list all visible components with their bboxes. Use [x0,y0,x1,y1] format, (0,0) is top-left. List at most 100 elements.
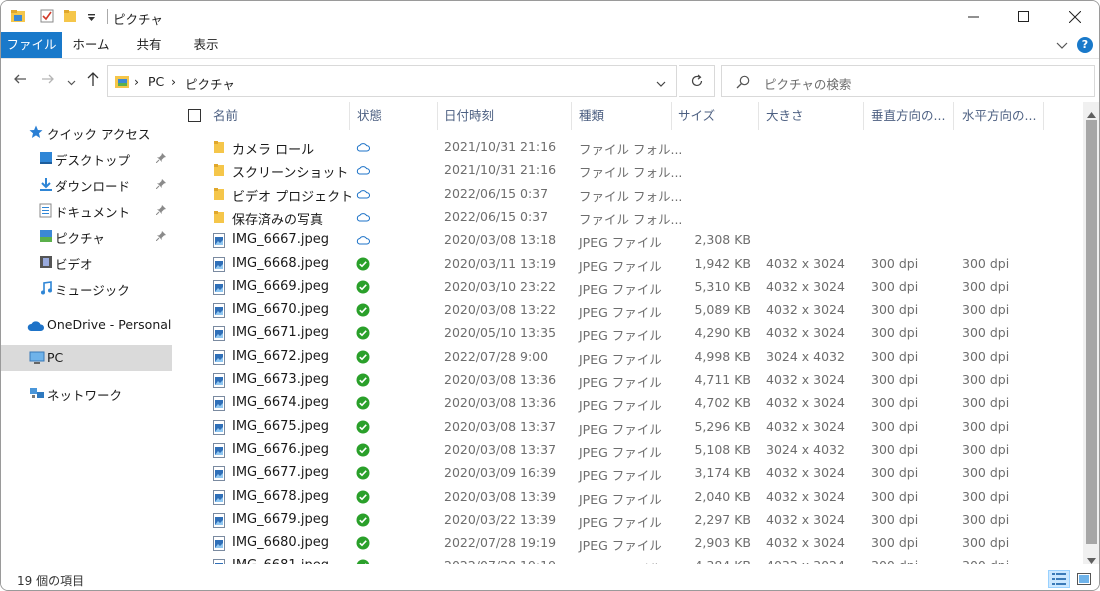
table-row[interactable]: ビデオ プロジェクト 2022/06/15 0:37 ファイル フォル... [173,183,1083,206]
file-dimensions: 4032 x 3024 [766,488,845,504]
column-dimensions[interactable]: 大きさ [766,102,861,130]
table-row[interactable]: カメラ ロール 2021/10/31 21:16 ファイル フォル... [173,136,1083,159]
file-size: 5,089 KB [694,302,751,318]
table-row[interactable]: IMG_6679.jpeg 2020/03/22 13:39 JPEG ファイル 2,… [173,509,1083,532]
sidebar-item-video[interactable]: ビデオ [1,249,172,275]
back-button[interactable] [13,72,27,90]
sidebar-item-document[interactable]: ドキュメント [1,197,172,223]
scroll-up-icon[interactable] [1087,106,1096,121]
search-box[interactable]: ピクチャの検索 [721,65,1095,97]
column-divider[interactable] [1043,102,1044,130]
breadcrumb-pictures[interactable]: ピクチャ [185,74,235,93]
vertical-scrollbar[interactable] [1083,102,1099,567]
synced-check-icon [356,420,370,437]
pin-icon[interactable] [155,151,166,166]
nav-onedrive[interactable]: OneDrive - Personal [1,312,172,338]
tab-view[interactable]: 表示 [178,32,234,58]
table-row[interactable]: IMG_6672.jpeg 2022/07/28 9:00 JPEG ファイル 4,9… [173,346,1083,369]
column-divider[interactable] [437,102,438,130]
table-row[interactable]: スクリーンショット 2021/10/31 21:16 ファイル フォル... [173,159,1083,182]
pin-icon[interactable] [155,229,166,244]
file-vertical-resolution: 300 dpi [871,278,919,294]
column-vertical-resolution[interactable]: 垂直方向の... [871,102,953,130]
table-row[interactable]: IMG_6671.jpeg 2020/05/10 13:35 JPEG ファイル 4,… [173,322,1083,345]
sidebar-item-desktop[interactable]: デスクトップ [1,145,172,171]
column-date[interactable]: 日付時刻 [444,102,569,130]
breadcrumb-separator-icon[interactable]: › [171,74,176,89]
select-all-checkbox[interactable] [188,109,201,122]
column-name[interactable]: 名前 [213,102,348,130]
table-row[interactable]: IMG_6669.jpeg 2020/03/10 23:22 JPEG ファイル 5,… [173,276,1083,299]
table-row[interactable]: IMG_6677.jpeg 2020/03/09 16:39 JPEG ファイル 3,… [173,462,1083,485]
column-divider[interactable] [863,102,864,130]
desktop-icon [39,151,53,168]
sidebar-item-music[interactable]: ミュージック [1,275,172,301]
refresh-button[interactable] [679,65,715,97]
file-name: IMG_6680.jpeg [232,535,329,551]
file-name: カメラ ロール [232,143,315,158]
nav-network[interactable]: ネットワーク [1,380,172,406]
column-divider[interactable] [758,102,759,130]
table-row[interactable]: IMG_6667.jpeg 2020/03/08 13:18 JPEG ファイル 2,… [173,229,1083,252]
table-row[interactable]: IMG_6674.jpeg 2020/03/08 13:36 JPEG ファイル 4,… [173,392,1083,415]
up-button[interactable] [86,71,100,91]
navigation-pane: クイック アクセス デスクトップ ダウンロード ドキュメント ピクチャ ビデオ ミュージッ… [1,102,173,564]
column-horizontal-resolution[interactable]: 水平方向の... [962,102,1044,130]
pin-icon[interactable] [155,203,166,218]
file-size: 2,040 KB [694,488,751,504]
expand-ribbon-icon[interactable] [1055,38,1069,55]
column-divider[interactable] [953,102,954,130]
sidebar-item-pictures[interactable]: ピクチャ [1,223,172,249]
minimize-button[interactable] [950,1,996,32]
scroll-down-icon[interactable] [1087,552,1096,567]
pin-icon[interactable] [155,177,166,192]
tab-share[interactable]: 共有 [120,32,178,58]
properties-icon[interactable] [39,8,55,27]
breadcrumb-pc[interactable]: PC [148,74,164,89]
network-icon [29,386,45,403]
file-size: 4,998 KB [694,348,751,364]
file-horizontal-resolution: 300 dpi [962,278,1010,294]
table-row[interactable]: IMG_6670.jpeg 2020/03/08 13:22 JPEG ファイル 5,… [173,299,1083,322]
table-row[interactable]: 保存済みの写真 2022/06/15 0:37 ファイル フォル... [173,206,1083,229]
column-divider[interactable] [349,102,350,130]
tab-file[interactable]: ファイル [1,32,62,58]
nav-quick-access[interactable]: クイック アクセス [1,119,172,145]
file-dimensions: 3024 x 4032 [766,441,845,457]
folder-icon [213,163,225,180]
column-divider[interactable] [571,102,572,130]
customize-qat-icon[interactable] [87,11,96,26]
column-status[interactable]: 状態 [357,102,437,130]
file-vertical-resolution: 300 dpi [871,302,919,318]
address-dropdown-icon[interactable] [656,77,666,92]
address-bar[interactable]: › PC › ピクチャ [107,65,677,97]
recent-locations-button[interactable] [67,75,76,91]
close-button[interactable] [1052,1,1098,32]
table-row[interactable]: IMG_6680.jpeg 2022/07/28 19:19 JPEG ファイル 2,… [173,532,1083,555]
sidebar-item-download[interactable]: ダウンロード [1,171,172,197]
table-row[interactable]: IMG_6678.jpeg 2020/03/08 13:39 JPEG ファイル 2,… [173,486,1083,509]
new-folder-icon[interactable] [63,8,77,27]
table-row[interactable]: IMG_6681.jpeg 2022/07/28 19:19 JPEG ファイル 4,… [173,555,1083,564]
help-icon[interactable]: ? [1077,37,1093,53]
image-file-icon [213,512,225,531]
file-horizontal-resolution: 300 dpi [962,465,1010,481]
folder-app-icon[interactable] [10,8,26,27]
table-row[interactable]: IMG_6673.jpeg 2020/03/08 13:36 JPEG ファイル 4,… [173,369,1083,392]
details-view-button[interactable] [1048,570,1070,588]
forward-button[interactable] [41,72,55,90]
large-icons-view-button[interactable] [1073,570,1095,588]
maximize-button[interactable] [1000,1,1046,32]
scrollbar-thumb[interactable] [1086,120,1097,544]
column-size[interactable]: サイズ [678,102,756,130]
file-size: 4,290 KB [694,325,751,341]
nav-pc[interactable]: PC [1,345,172,371]
breadcrumb-separator-icon[interactable]: › [134,74,139,89]
table-row[interactable]: IMG_6668.jpeg 2020/03/11 13:19 JPEG ファイル 1,… [173,253,1083,276]
column-type[interactable]: 種類 [579,102,671,130]
table-row[interactable]: IMG_6676.jpeg 2020/03/08 13:37 JPEG ファイル 5,… [173,439,1083,462]
column-divider[interactable] [671,102,672,130]
table-row[interactable]: IMG_6675.jpeg 2020/03/08 13:37 JPEG ファイル 5,… [173,416,1083,439]
tab-home[interactable]: ホーム [62,32,120,58]
file-vertical-resolution: 300 dpi [871,372,919,387]
